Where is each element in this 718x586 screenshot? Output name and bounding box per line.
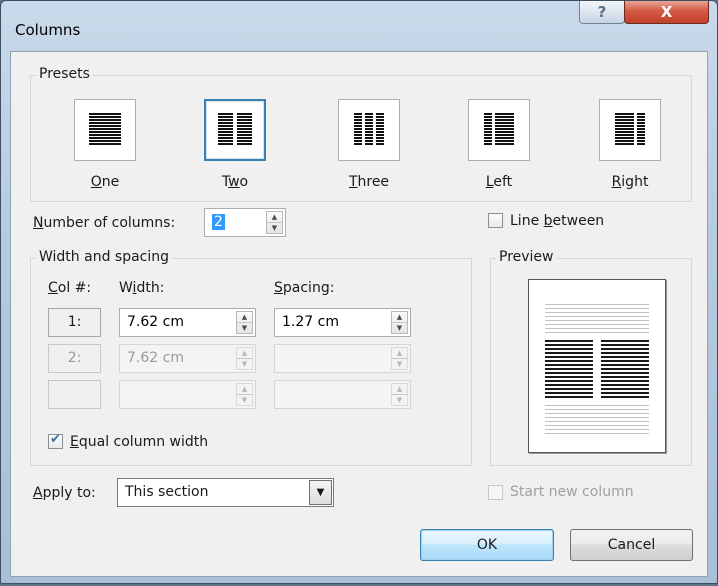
col3-width-input: ▲ ▼ xyxy=(119,380,256,409)
number-of-columns-value: 2 xyxy=(212,214,225,230)
spacing-header: Spacing: xyxy=(274,280,335,296)
col2-spacing-spinner: ▲ ▼ xyxy=(391,347,408,370)
spin-up-icon[interactable]: ▲ xyxy=(392,312,407,323)
three-columns-icon xyxy=(354,113,384,145)
col3-spacing-input: ▲ ▼ xyxy=(274,380,411,409)
two-columns-icon xyxy=(218,113,252,145)
ok-button[interactable]: OK xyxy=(420,529,554,561)
spin-down-icon[interactable]: ▼ xyxy=(267,223,282,233)
number-of-columns-label: Number of columns: xyxy=(33,215,176,231)
number-of-columns-input[interactable]: 2 ▲ ▼ xyxy=(204,208,286,237)
preset-left-button[interactable] xyxy=(468,99,530,161)
spin-up-icon: ▲ xyxy=(237,384,252,395)
col1-spacing-value: 1.27 cm xyxy=(282,314,339,330)
right-column-icon xyxy=(615,113,645,145)
spin-down-icon: ▼ xyxy=(396,396,403,404)
one-column-icon xyxy=(89,113,121,145)
number-of-columns-spinner[interactable]: ▲ ▼ xyxy=(266,211,283,234)
preset-right-label: Right xyxy=(611,174,649,190)
start-new-column-checkbox xyxy=(488,485,503,500)
preset-one-label: One xyxy=(90,174,120,190)
col-number-cell: 1: xyxy=(48,308,101,337)
equal-column-width-label: Equal column width xyxy=(70,434,209,450)
spin-up-icon[interactable]: ▲ xyxy=(267,212,282,223)
preview-label: Preview xyxy=(496,249,557,265)
preview-page xyxy=(528,279,666,453)
spin-down-icon[interactable]: ▼ xyxy=(237,323,252,333)
line-between-label: Line between xyxy=(510,213,605,229)
close-button[interactable]: X xyxy=(624,1,709,24)
preset-three-label: Three xyxy=(348,174,390,190)
spin-up-icon: ▲ xyxy=(237,348,252,359)
help-button[interactable]: ? xyxy=(579,1,625,24)
dialog-title: Columns xyxy=(15,21,81,39)
preset-right-button[interactable] xyxy=(599,99,661,161)
spin-up-icon: ▲ xyxy=(392,384,407,395)
col1-width-value: 7.62 cm xyxy=(127,314,184,330)
width-header: Width: xyxy=(119,280,165,296)
col2-width-spinner: ▲ ▼ xyxy=(236,347,253,370)
spin-down-icon: ▼ xyxy=(396,360,403,368)
width-spacing-group-label: Width and spacing xyxy=(36,249,173,265)
chevron-down-icon[interactable]: ▼ xyxy=(309,480,332,505)
title-bar[interactable]: Columns ? X xyxy=(1,1,717,51)
columns-dialog: Columns ? X Presets One Two Three Left R… xyxy=(0,0,718,584)
preview-page-graphic xyxy=(545,304,649,434)
left-column-icon xyxy=(484,113,514,145)
start-new-column-label: Start new column xyxy=(510,484,634,500)
preset-one-button[interactable] xyxy=(74,99,136,161)
col3-spacing-spinner: ▲ ▼ xyxy=(391,383,408,406)
presets-group-label: Presets xyxy=(36,66,93,82)
apply-to-select[interactable]: This section ▼ xyxy=(117,478,334,507)
col-number-header: Col #: xyxy=(48,280,92,296)
col-number-cell: 2: xyxy=(48,344,101,373)
spin-down-icon[interactable]: ▼ xyxy=(392,323,407,333)
preset-two-label: Two xyxy=(221,174,249,190)
line-between-checkbox[interactable] xyxy=(488,213,503,228)
preset-two-button[interactable] xyxy=(204,99,266,161)
apply-to-value: This section xyxy=(125,484,209,500)
col2-width-value: 7.62 cm xyxy=(127,350,184,366)
dialog-body: Presets One Two Three Left Right Number … xyxy=(10,51,708,577)
equal-column-width-checkbox[interactable] xyxy=(48,432,63,449)
preset-three-button[interactable] xyxy=(338,99,400,161)
col3-width-spinner: ▲ ▼ xyxy=(236,383,253,406)
help-icon: ? xyxy=(597,3,607,21)
apply-to-label: Apply to: xyxy=(33,485,96,501)
col1-width-input[interactable]: 7.62 cm ▲ ▼ xyxy=(119,308,256,337)
cancel-button[interactable]: Cancel xyxy=(570,529,693,561)
col2-spacing-input: ▲ ▼ xyxy=(274,344,411,373)
preset-left-label: Left xyxy=(485,174,513,190)
spin-up-icon[interactable]: ▲ xyxy=(237,312,252,323)
col1-spacing-spinner[interactable]: ▲ ▼ xyxy=(391,311,408,334)
col1-spacing-input[interactable]: 1.27 cm ▲ ▼ xyxy=(274,308,411,337)
spin-up-icon: ▲ xyxy=(392,348,407,359)
col-number-cell xyxy=(48,380,101,409)
spin-down-icon: ▼ xyxy=(241,396,248,404)
col2-width-input: 7.62 cm ▲ ▼ xyxy=(119,344,256,373)
col1-width-spinner[interactable]: ▲ ▼ xyxy=(236,311,253,334)
close-icon: X xyxy=(660,3,673,21)
spin-down-icon: ▼ xyxy=(241,360,248,368)
